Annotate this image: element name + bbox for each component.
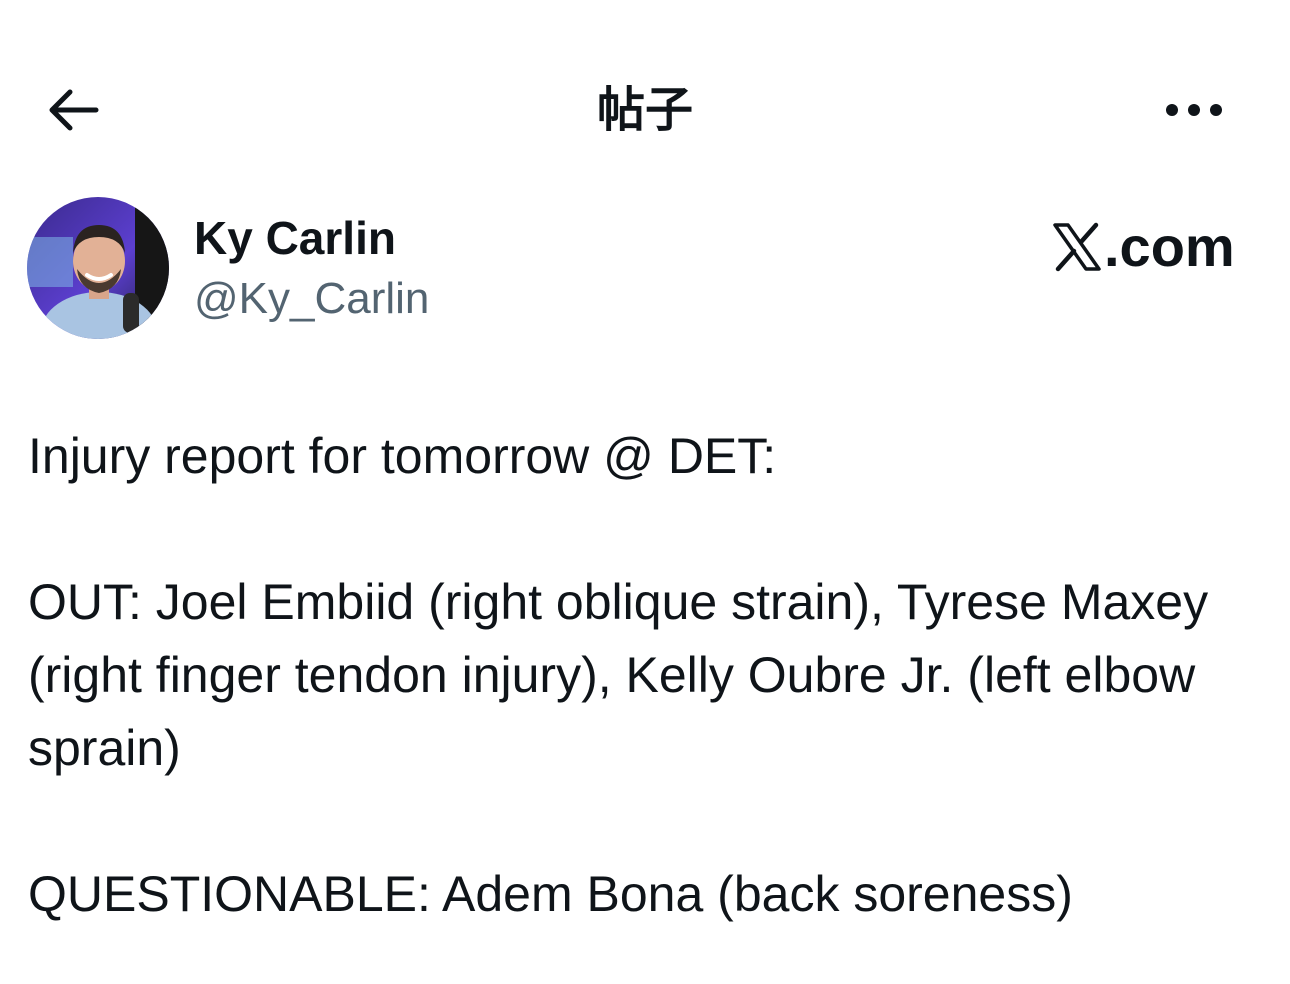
post-text-line: Injury report for tomorrow @ DET:: [28, 428, 777, 484]
post-text: Injury report for tomorrow @ DET: OUT: J…: [28, 420, 1268, 931]
source-logo: .com: [1052, 212, 1235, 282]
author-handle[interactable]: @Ky_Carlin: [194, 272, 429, 326]
post-text-out: OUT: Joel Embiid (right oblique strain),…: [28, 574, 1209, 776]
more-options-button[interactable]: [1158, 86, 1230, 134]
page-title: 帖子: [596, 82, 693, 138]
x-logo-icon: [1053, 222, 1101, 272]
author-avatar[interactable]: [27, 197, 169, 339]
author-name[interactable]: Ky Carlin: [194, 210, 396, 266]
post-text-questionable: QUESTIONABLE: Adem Bona (back soreness): [28, 866, 1073, 922]
source-label: .com: [1104, 215, 1235, 278]
more-horizontal-icon: [1166, 104, 1222, 116]
user-avatar: [27, 197, 169, 339]
top-bar: 帖子: [0, 60, 1290, 160]
